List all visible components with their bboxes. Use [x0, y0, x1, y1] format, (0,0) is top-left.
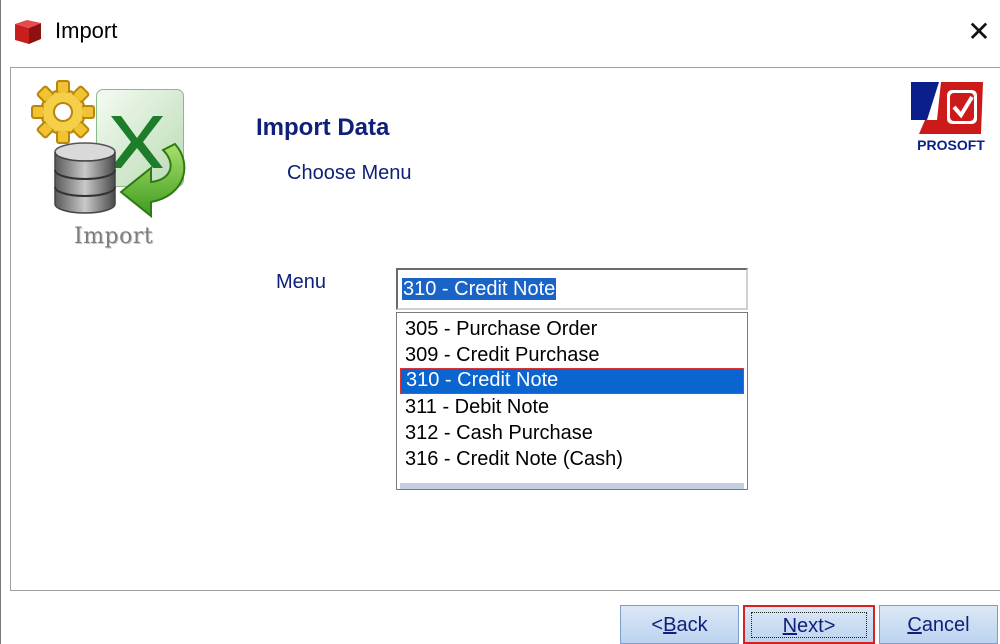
close-button[interactable]: ✕	[957, 10, 1000, 54]
prosoft-logo: PROSOFT	[911, 82, 985, 153]
back-button-mnemonic: B	[663, 614, 677, 636]
list-item[interactable]: 311 - Debit Note	[400, 394, 744, 420]
menu-list: 305 - Purchase Order 309 - Credit Purcha…	[400, 316, 744, 483]
back-button[interactable]: <Back	[620, 605, 739, 644]
import-logo-caption: Import	[74, 224, 154, 249]
focus-rectangle	[751, 612, 867, 638]
cancel-button[interactable]: Cancel	[879, 605, 998, 644]
list-item[interactable]: 312 - Cash Purchase	[400, 420, 744, 446]
window-title: Import	[55, 18, 118, 43]
next-button[interactable]: Next>	[743, 605, 875, 644]
list-item[interactable]: 316 - Credit Note (Cash)	[400, 446, 744, 472]
import-excel-database-icon	[31, 80, 186, 219]
book-icon	[15, 20, 41, 44]
list-item[interactable]: 309 - Credit Purchase	[400, 342, 744, 368]
page-subtitle: Choose Menu	[287, 162, 412, 184]
list-item[interactable]: 305 - Purchase Order	[400, 316, 744, 342]
import-dialog: Import ✕ Import Import Data Choose Menu …	[0, 0, 1000, 644]
page-title: Import Data	[256, 114, 390, 141]
menu-input-value[interactable]: 310 - Credit Note	[402, 278, 557, 300]
list-item-selected[interactable]: 310 - Credit Note	[400, 368, 744, 394]
back-button-label: ack	[676, 614, 708, 636]
back-button-prefix: <	[651, 614, 664, 636]
cancel-button-mnemonic: C	[907, 614, 922, 636]
title-bar: Import ✕	[1, 0, 1000, 62]
menu-listbox[interactable]: 305 - Purchase Order 309 - Credit Purcha…	[396, 312, 748, 490]
horizontal-scrollbar[interactable]	[400, 483, 744, 489]
prosoft-logo-text: PROSOFT	[917, 137, 985, 153]
menu-label: Menu	[276, 271, 327, 293]
cancel-button-label: ancel	[921, 614, 970, 636]
menu-input[interactable]: 310 - Credit Note	[396, 268, 748, 310]
close-icon[interactable]: ✕	[967, 16, 990, 47]
